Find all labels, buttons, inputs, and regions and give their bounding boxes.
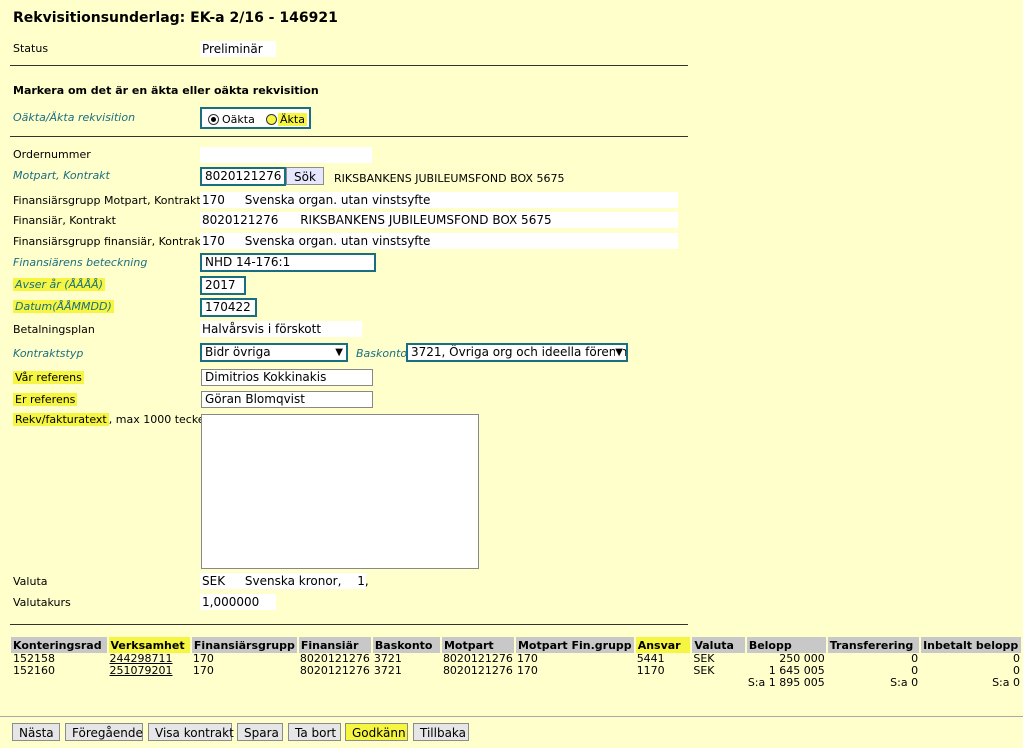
betalningsplan-label: Betalningsplan (13, 323, 95, 336)
col-finansiar: Finansiär (297, 637, 373, 653)
fin-finansiar-value: 170 Svenska organ. utan vinstsyfte (200, 233, 678, 249)
baskonto-label: Baskonto (356, 347, 408, 360)
datum-input[interactable]: 170422 (200, 298, 257, 317)
total-inbetalt: S:a 0 (992, 676, 1020, 689)
save-button[interactable]: Spara (237, 723, 283, 741)
er-ref-input[interactable]: Göran Blomqvist (201, 391, 373, 408)
divider (10, 65, 688, 66)
table-row: 152160 251079201 170 8020121276 3721 802… (11, 665, 1022, 677)
cell: 1170 (636, 664, 665, 677)
rekv-type-label: Oäkta/Äkta rekvisition (13, 111, 136, 124)
valuta-code: SEK (202, 574, 226, 588)
next-button[interactable]: Nästa (12, 723, 60, 741)
fin-motpart-value: 170 Svenska organ. utan vinstsyfte (200, 192, 678, 208)
section-heading: Markera om det är en äkta eller oäkta re… (13, 84, 319, 97)
cell: 0 (1013, 652, 1020, 665)
col-transferering: Transferering (826, 637, 922, 653)
baskonto-value: 3721, Övriga org och ideella föreningar (411, 345, 628, 359)
divider (10, 624, 688, 625)
cell: SEK (693, 664, 715, 677)
table-header-row: Konteringsrad Verksamhet Finansiärsgrupp… (11, 637, 1023, 653)
valutakurs-label: Valutakurs (13, 596, 71, 609)
cell: 3721 (373, 664, 402, 677)
valutakurs-value: 1,000000 (200, 594, 276, 610)
status-label: Status (13, 42, 49, 55)
search-button[interactable]: Sök (286, 167, 324, 185)
previous-button[interactable]: Föregående (65, 723, 143, 741)
fin-finansiar-label: Finansiärsgrupp finansiär, Kontrakt (13, 235, 206, 248)
rekvtext-textarea[interactable] (201, 414, 479, 569)
status-value: Preliminär (200, 41, 276, 57)
rekvtext-label: Rekv/fakturatext, max 1000 tecken (13, 413, 212, 426)
baskonto-select[interactable]: 3721, Övriga org och ideella föreningar … (406, 343, 628, 362)
divider (10, 136, 688, 137)
valuta-text: Svenska kronor, (244, 574, 342, 588)
valuta-label: Valuta (13, 575, 48, 588)
kontering-table: Konteringsrad Verksamhet Finansiärsgrupp… (11, 637, 1023, 689)
beteckning-input[interactable]: NHD 14-176:1 (200, 253, 376, 272)
cell: 170 (192, 664, 214, 677)
col-baskonto: Baskonto (371, 637, 442, 653)
chevron-down-icon: ▼ (615, 345, 623, 360)
col-motpart: Motpart (440, 637, 516, 653)
table-totals-row: S:a 1 895 005 S:a 0 S:a 0 (11, 677, 1022, 689)
verksamhet-link[interactable]: 251079201 (108, 665, 191, 677)
kontraktstyp-value: Bidr övriga (205, 345, 271, 359)
avser-ar-label: Avser år (ÅÅÅÅ) (13, 278, 105, 291)
var-ref-input[interactable]: Dimitrios Kokkinakis (201, 369, 373, 386)
valuta-num: 1, (357, 574, 369, 588)
show-contract-button[interactable]: Visa kontrakt (148, 723, 234, 741)
col-valuta: Valuta (691, 637, 747, 653)
kontraktstyp-select[interactable]: Bidr övriga ▼ (200, 343, 348, 362)
motpart-name: RIKSBANKENS JUBILEUMSFOND BOX 5675 (334, 172, 565, 185)
betalningsplan-value: Halvårsvis i förskott (200, 321, 362, 337)
finansiar-label: Finansiär, Kontrakt (13, 214, 116, 227)
ordernummer-value (200, 147, 372, 163)
back-button[interactable]: Tillbaka (413, 723, 469, 741)
fin-finansiar-text: Svenska organ. utan vinstsyfte (244, 234, 431, 248)
radio-oakta[interactable] (208, 114, 219, 125)
var-ref-label: Vår referens (13, 371, 84, 384)
col-ansvar: Ansvar (634, 637, 693, 653)
delete-button[interactable]: Ta bort (288, 723, 341, 741)
chevron-down-icon: ▼ (335, 347, 343, 358)
cell: 0 (911, 652, 919, 665)
col-motpart-fingrupp: Motpart Fin.grupp (514, 637, 636, 653)
total-belopp: S:a 1 895 005 (747, 676, 825, 689)
cell: 152160 (13, 664, 55, 677)
kontraktstyp-label: Kontraktstyp (13, 347, 84, 360)
radio-oakta-label: Oäkta (222, 113, 255, 126)
col-verksamhet: Verksamhet (107, 637, 192, 653)
valuta-value: SEK Svenska kronor, 1, (200, 573, 369, 589)
cell: 8020121276 (299, 664, 370, 677)
finansiar-text: RIKSBANKENS JUBILEUMSFOND BOX 5675 (300, 213, 552, 227)
cell: 8020121276 (442, 664, 513, 677)
col-inbetalt: Inbetalt belopp (920, 637, 1023, 653)
er-ref-label: Er referens (13, 393, 78, 406)
radio-akta[interactable] (266, 114, 277, 125)
col-belopp: Belopp (745, 637, 828, 653)
avser-ar-input[interactable]: 2017 (200, 276, 246, 295)
finansiar-code: 8020121276 (202, 213, 279, 227)
datum-label: Datum(ÅÅMMDD) (13, 300, 114, 313)
beteckning-label: Finansiärens beteckning (13, 256, 148, 269)
col-finansiarsgrupp: Finansiärsgrupp (190, 637, 299, 653)
rekv-type-radio-group: Oäkta Äkta (200, 107, 311, 129)
motpart-input[interactable]: 8020121276 (200, 167, 286, 186)
fin-motpart-text: Svenska organ. utan vinstsyfte (244, 193, 431, 207)
fin-motpart-code: 170 (202, 193, 225, 207)
col-konteringsrad: Konteringsrad (11, 637, 109, 653)
radio-akta-label: Äkta (278, 113, 307, 126)
toolbar-divider (0, 716, 1023, 717)
page-title: Rekvisitionsunderlag: EK-a 2/16 - 146921 (13, 10, 338, 26)
approve-button[interactable]: Godkänn (345, 723, 408, 741)
total-transferering: S:a 0 (890, 676, 919, 689)
cell: 170 (516, 664, 538, 677)
motpart-label: Motpart, Kontrakt (13, 169, 110, 182)
ordernummer-label: Ordernummer (13, 148, 91, 161)
fin-finansiar-code: 170 (202, 234, 225, 248)
finansiar-value: 8020121276 RIKSBANKENS JUBILEUMSFOND BOX… (200, 212, 678, 228)
fin-motpart-label: Finansiärsgrupp Motpart, Kontrakt (13, 194, 201, 207)
